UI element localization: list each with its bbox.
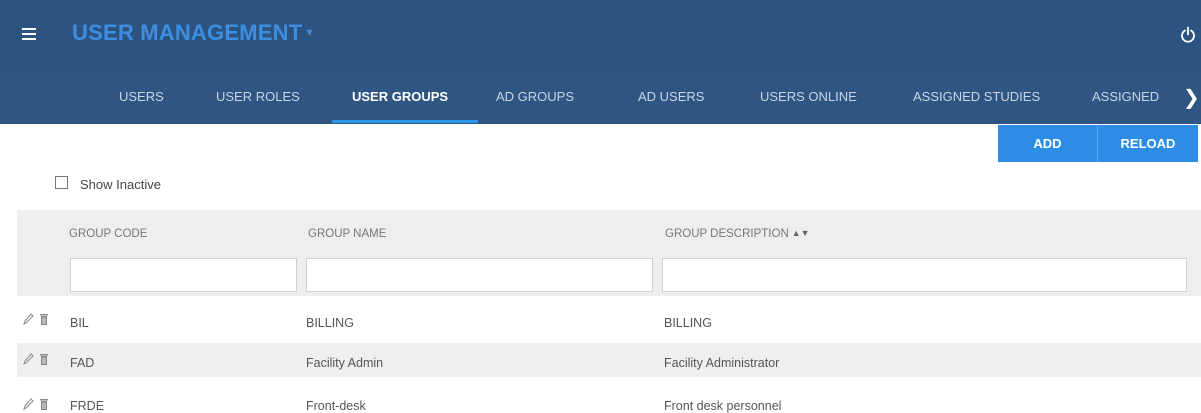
column-header-label: GROUP DESCRIPTION	[665, 228, 789, 240]
tab-user-groups[interactable]: USER GROUPS	[352, 72, 448, 124]
app-title[interactable]: USER MANAGEMENT ▾	[72, 20, 313, 46]
app-title-text: USER MANAGEMENT	[72, 20, 303, 45]
cell-group-code: BIL	[70, 316, 89, 330]
tab-ad-groups[interactable]: AD GROUPS	[496, 72, 574, 124]
sort-icon: ▲▼	[791, 228, 810, 238]
column-header-group-name[interactable]: GROUP NAME	[308, 228, 386, 240]
column-header-label: GROUP NAME	[308, 228, 387, 240]
cell-group-name: BILLING	[306, 316, 354, 330]
menu-icon[interactable]	[22, 28, 36, 40]
show-inactive-checkbox[interactable]	[55, 176, 68, 189]
column-header-label: GROUP CODE	[69, 228, 148, 240]
trash-icon[interactable]	[38, 352, 50, 366]
tab-assigned-studies[interactable]: ASSIGNED STUDIES	[913, 72, 1040, 124]
pencil-icon[interactable]	[22, 397, 34, 411]
cell-group-code: FRDE	[70, 399, 105, 413]
cell-group-description: Facility Administrator	[664, 356, 780, 370]
show-inactive-label: Show Inactive	[80, 177, 161, 192]
tab-bar: USERS USER ROLES USER GROUPS AD GROUPS A…	[0, 72, 1201, 124]
tab-user-roles[interactable]: USER ROLES	[216, 72, 300, 124]
trash-icon[interactable]	[38, 397, 50, 411]
tab-users-online[interactable]: USERS ONLINE	[760, 72, 857, 124]
column-header-group-description[interactable]: GROUP DESCRIPTION ▲▼	[665, 228, 810, 240]
table-row[interactable]	[17, 304, 1201, 338]
reload-button[interactable]: RELOAD	[1097, 125, 1198, 162]
table-row[interactable]	[17, 383, 1201, 413]
pencil-icon[interactable]	[22, 312, 34, 326]
tab-ad-users[interactable]: AD USERS	[638, 72, 704, 124]
filter-group-code[interactable]	[70, 258, 297, 292]
add-button[interactable]: ADD	[998, 125, 1097, 162]
cell-group-name: Facility Admin	[306, 356, 384, 370]
tab-assigned[interactable]: ASSIGNED	[1092, 72, 1159, 124]
cell-group-code: FAD	[70, 356, 95, 370]
tab-users[interactable]: USERS	[119, 72, 164, 124]
cell-group-name: Front-desk	[306, 399, 366, 413]
table-row[interactable]	[17, 343, 1201, 377]
trash-icon[interactable]	[38, 312, 50, 326]
column-header-group-code[interactable]: GROUP CODE	[69, 228, 147, 240]
pencil-icon[interactable]	[22, 352, 34, 366]
app-header: USER MANAGEMENT ▾	[0, 0, 1201, 72]
active-tab-indicator	[332, 120, 478, 123]
power-icon[interactable]	[1180, 26, 1196, 44]
filter-group-name[interactable]	[306, 258, 653, 292]
chevron-right-icon[interactable]: ❯	[1183, 85, 1200, 110]
filter-group-description[interactable]	[662, 258, 1187, 292]
chevron-down-icon: ▾	[306, 25, 313, 39]
cell-group-description: Front desk personnel	[664, 399, 782, 413]
cell-group-description: BILLING	[664, 316, 712, 330]
